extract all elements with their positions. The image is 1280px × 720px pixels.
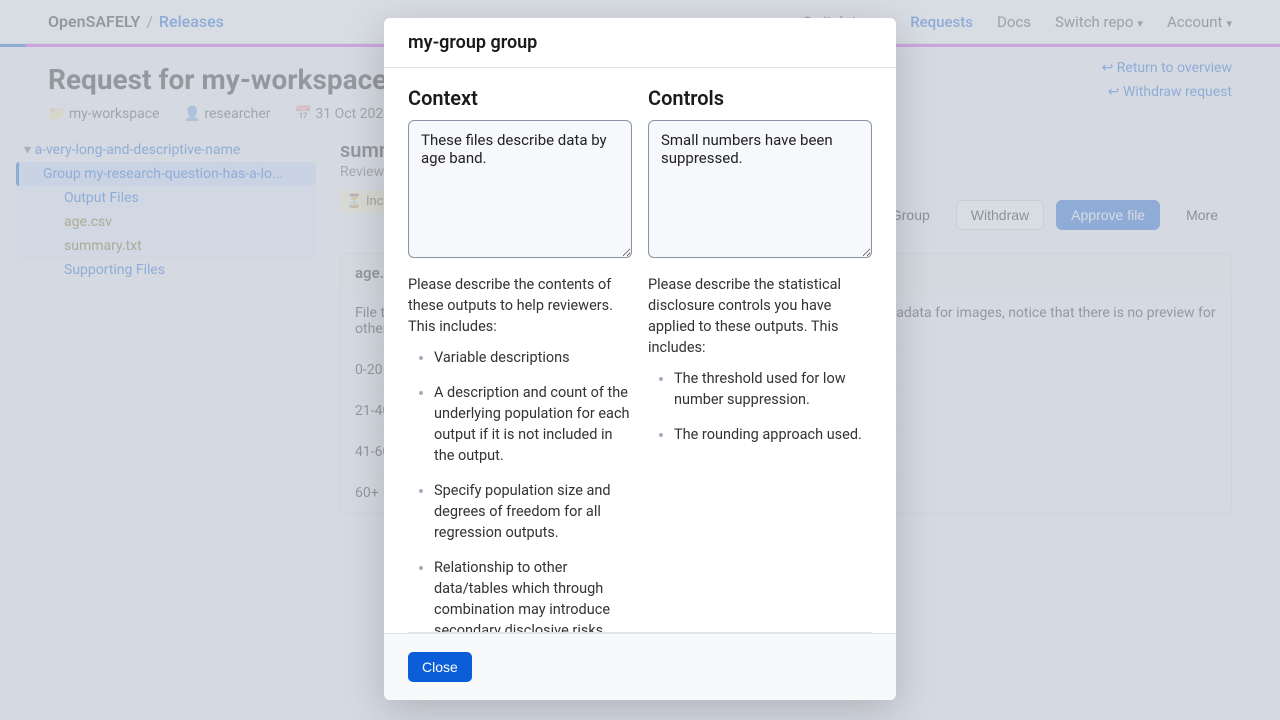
dialog-title: my-group group bbox=[384, 18, 896, 68]
group-dialog: my-group group Context Please describe t… bbox=[384, 18, 896, 700]
controls-help: Please describe the statistical disclosu… bbox=[648, 274, 872, 358]
list-item: Variable descriptions bbox=[434, 347, 632, 368]
controls-heading: Controls bbox=[648, 86, 872, 110]
list-item: Specify population size and degrees of f… bbox=[434, 480, 632, 543]
context-heading: Context bbox=[408, 86, 632, 110]
modal-overlay[interactable]: my-group group Context Please describe t… bbox=[0, 0, 1280, 720]
controls-column: Controls Please describe the statistical… bbox=[648, 86, 872, 608]
controls-list: The threshold used for low number suppre… bbox=[648, 368, 872, 445]
list-item: The rounding approach used. bbox=[674, 424, 872, 445]
list-item: Relationship to other data/tables which … bbox=[434, 557, 632, 632]
list-item: The threshold used for low number suppre… bbox=[674, 368, 872, 410]
context-help: Please describe the contents of these ou… bbox=[408, 274, 632, 337]
context-column: Context Please describe the contents of … bbox=[408, 86, 632, 608]
controls-textarea[interactable] bbox=[648, 120, 872, 258]
close-button[interactable]: Close bbox=[408, 652, 472, 682]
context-list: Variable descriptions A description and … bbox=[408, 347, 632, 632]
context-textarea[interactable] bbox=[408, 120, 632, 258]
list-item: A description and count of the underlyin… bbox=[434, 382, 632, 466]
